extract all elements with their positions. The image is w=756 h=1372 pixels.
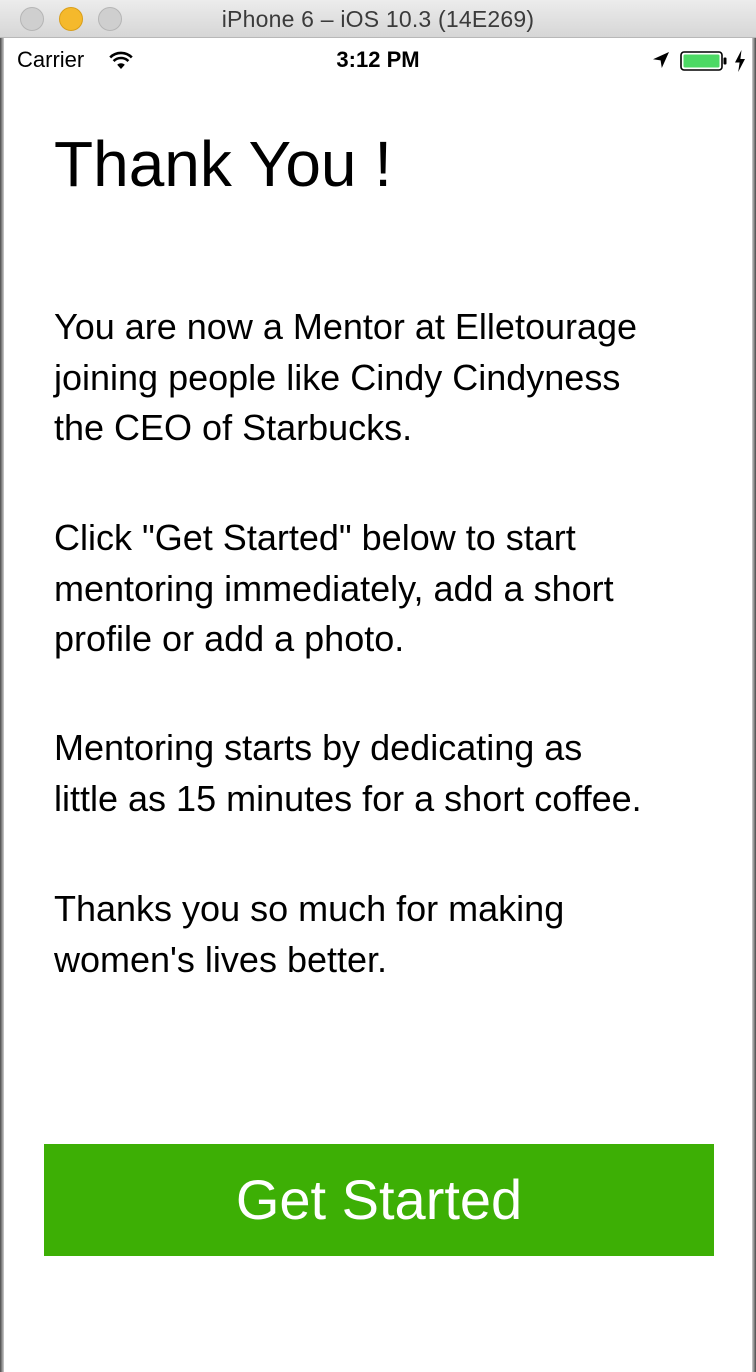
location-icon [653, 52, 669, 68]
window-title: iPhone 6 – iOS 10.3 (14E269) [221, 6, 535, 32]
battery-icon [680, 51, 727, 71]
thanks-text: Thanks you so much for making women's li… [54, 888, 565, 980]
status-time: 3:12 PM [336, 47, 420, 72]
window-titlebar[interactable]: iPhone 6 – iOS 10.3 (14E269) [0, 0, 756, 38]
simulator-window: iPhone 6 – iOS 10.3 (14E269) Carrier 3:1… [0, 0, 756, 1372]
frame-right-edge [752, 38, 756, 1372]
page-title: Thank You ! [54, 128, 393, 200]
mentor-confirmation-text: You are now a Mentor at Elletourage join… [54, 306, 638, 448]
get-started-button[interactable]: Get Started [44, 1144, 714, 1256]
thank-you-screen: Thank You ! You are now a Mentor at Elle… [4, 82, 752, 1372]
get-started-instructions-text: Click "Get Started" below to start mento… [54, 517, 614, 659]
ios-status-bar: Carrier 3:12 PM [4, 38, 752, 82]
charging-icon [735, 50, 745, 72]
mentoring-time-text: Mentoring starts by dedicating as little… [54, 727, 642, 819]
